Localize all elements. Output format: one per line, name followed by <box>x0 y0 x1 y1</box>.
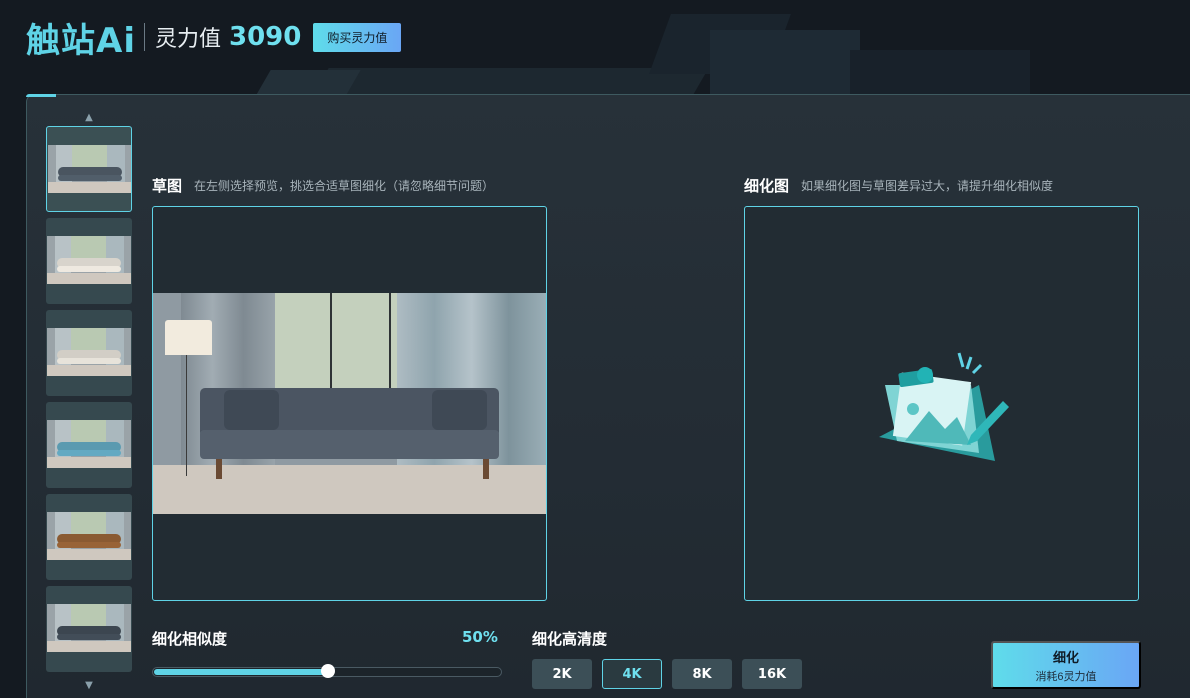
thumbnail-image <box>47 328 131 376</box>
thumbnail-item[interactable] <box>46 126 132 212</box>
points-value: 3090 <box>228 22 302 52</box>
refined-title: 细化图 <box>744 177 790 195</box>
resolution-option-16k[interactable]: 16K <box>742 659 802 689</box>
header-divider <box>143 23 145 51</box>
app-logo[interactable]: 触站Ai <box>26 13 136 62</box>
sketch-preview[interactable] <box>152 206 547 601</box>
thumbnail-image <box>47 420 131 468</box>
thumbnail-image <box>48 145 131 193</box>
sketch-hint: 在左侧选择预览，挑选合适草图细化（请忽略细节问题） <box>194 179 495 193</box>
thumbnail-image <box>47 512 131 560</box>
thumbnail-item[interactable] <box>46 218 132 304</box>
refine-button-label: 细化 <box>1052 649 1079 665</box>
similarity-value: 50% <box>462 628 498 646</box>
refine-button-cost: 消耗6灵力值 <box>1035 670 1097 683</box>
refine-button[interactable]: 细化 消耗6灵力值 <box>991 641 1141 689</box>
refined-hint: 如果细化图与草图差异过大，请提升细化相似度 <box>801 179 1054 193</box>
similarity-slider-handle[interactable] <box>321 664 335 678</box>
buy-points-button[interactable]: 购买灵力值 <box>313 22 402 52</box>
thumbnail-item[interactable] <box>46 586 132 672</box>
refined-preview <box>744 206 1139 601</box>
chevron-down-icon[interactable]: ▼ <box>46 678 132 692</box>
points-label: 灵力值 <box>154 27 221 52</box>
thumbnail-image <box>47 236 131 284</box>
sketch-image <box>153 293 546 514</box>
thumbnail-item[interactable] <box>46 494 132 580</box>
similarity-label: 细化相似度 <box>152 630 228 648</box>
image-placeholder-icon <box>879 352 1009 461</box>
chevron-up-icon[interactable]: ▲ <box>46 110 132 124</box>
resolution-label: 细化高清度 <box>532 630 608 648</box>
similarity-slider-fill <box>154 669 327 675</box>
resolution-option-8k[interactable]: 8K <box>672 659 732 689</box>
thumbnail-image <box>47 604 131 652</box>
resolution-option-4k[interactable]: 4K <box>602 659 662 689</box>
resolution-option-2k[interactable]: 2K <box>532 659 592 689</box>
panel-corner-accent <box>26 94 56 97</box>
thumbnail-item[interactable] <box>46 402 132 488</box>
sketch-title: 草图 <box>152 177 183 195</box>
header: 触站Ai 灵力值 3090 购买灵力值 <box>26 13 402 62</box>
thumbnail-item[interactable] <box>46 310 132 396</box>
